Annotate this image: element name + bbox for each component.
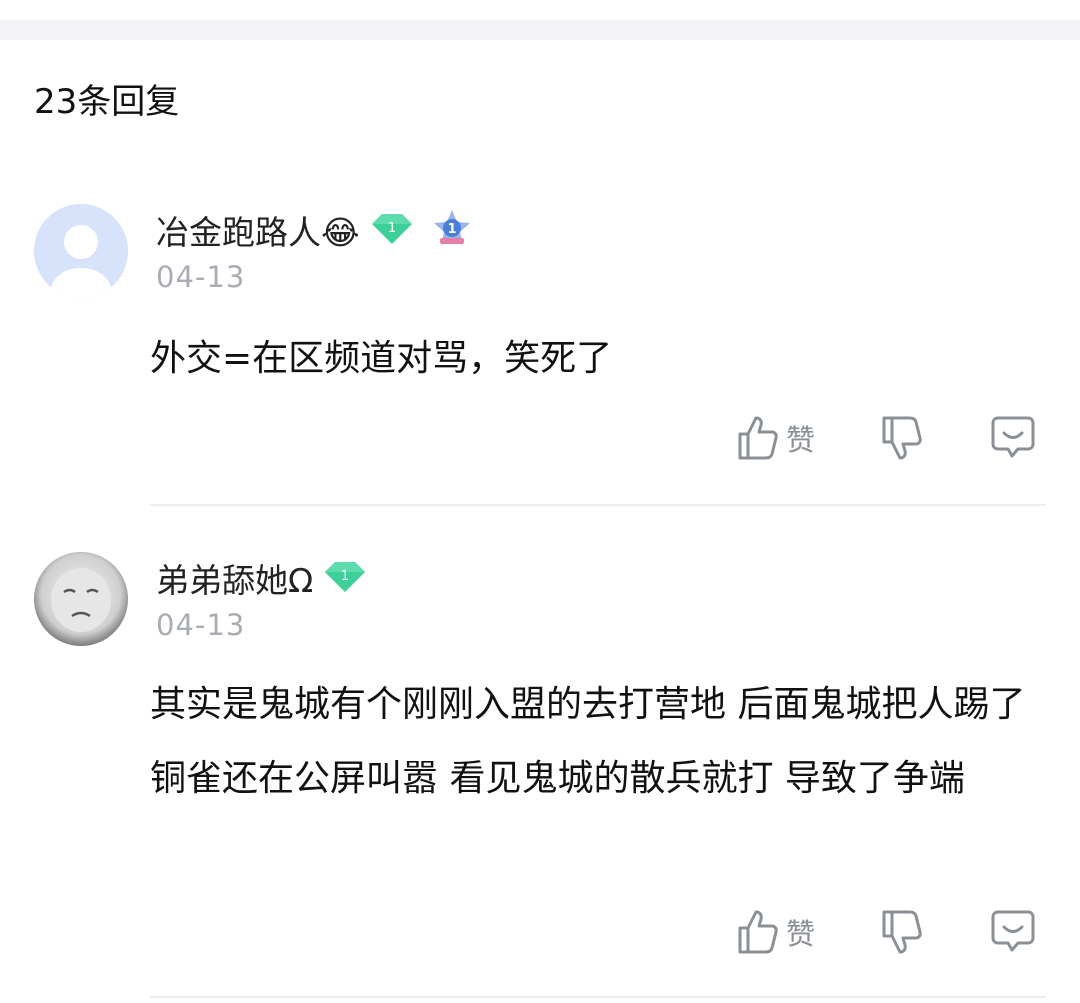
username[interactable]: 弟弟舔她Ω: [156, 554, 313, 602]
level-badge-icon: 1: [370, 210, 414, 250]
comment-text: 其实是鬼城有个刚刚入盟的去打营地 后面鬼城把人踢了 铜雀还在公屏叫嚣 看见鬼城的…: [150, 684, 1026, 799]
reply-bubble-icon: [991, 910, 1035, 952]
rank-badge-icon: 1: [430, 208, 474, 252]
reply-button[interactable]: [990, 908, 1036, 954]
default-avatar-icon: [34, 204, 128, 298]
like-label: 赞: [786, 917, 816, 951]
like-button[interactable]: 赞: [736, 414, 815, 462]
thumbs-down-icon: [882, 910, 922, 954]
reply-bubble-icon: [991, 416, 1035, 458]
avatar[interactable]: [34, 204, 128, 298]
face-avatar-icon: [34, 552, 128, 646]
username[interactable]: 冶金跑路人😂: [156, 206, 360, 254]
like-label: 赞: [786, 423, 816, 457]
reply-button[interactable]: [990, 414, 1036, 460]
avatar[interactable]: [34, 552, 128, 646]
comment-date: 04-13: [156, 608, 246, 642]
divider: [150, 504, 1046, 506]
username-row: 弟弟舔她Ω 1: [156, 556, 367, 600]
divider: [150, 996, 1046, 998]
comment-date: 04-13: [156, 260, 246, 294]
thumbs-down-icon: [882, 416, 922, 460]
level-badge-icon: 1: [323, 558, 367, 598]
like-button[interactable]: 赞: [736, 908, 815, 956]
dislike-button[interactable]: [880, 414, 924, 462]
username-row: 冶金跑路人😂 1 1: [156, 208, 474, 252]
comment-actions: 赞: [736, 908, 1046, 958]
comment-actions: 赞: [736, 414, 1046, 464]
top-band: [0, 0, 1080, 40]
comment-text: 外交=在区频道对骂，笑死了: [150, 338, 613, 379]
reply-count-heading: 23条回复: [34, 82, 180, 122]
separator-strip: [0, 20, 1080, 40]
thumbs-up-icon: [738, 416, 778, 460]
svg-text:1: 1: [387, 221, 395, 236]
dislike-button[interactable]: [880, 908, 924, 956]
thumbs-up-icon: [738, 910, 778, 954]
svg-text:1: 1: [447, 222, 456, 237]
svg-text:1: 1: [341, 569, 349, 584]
